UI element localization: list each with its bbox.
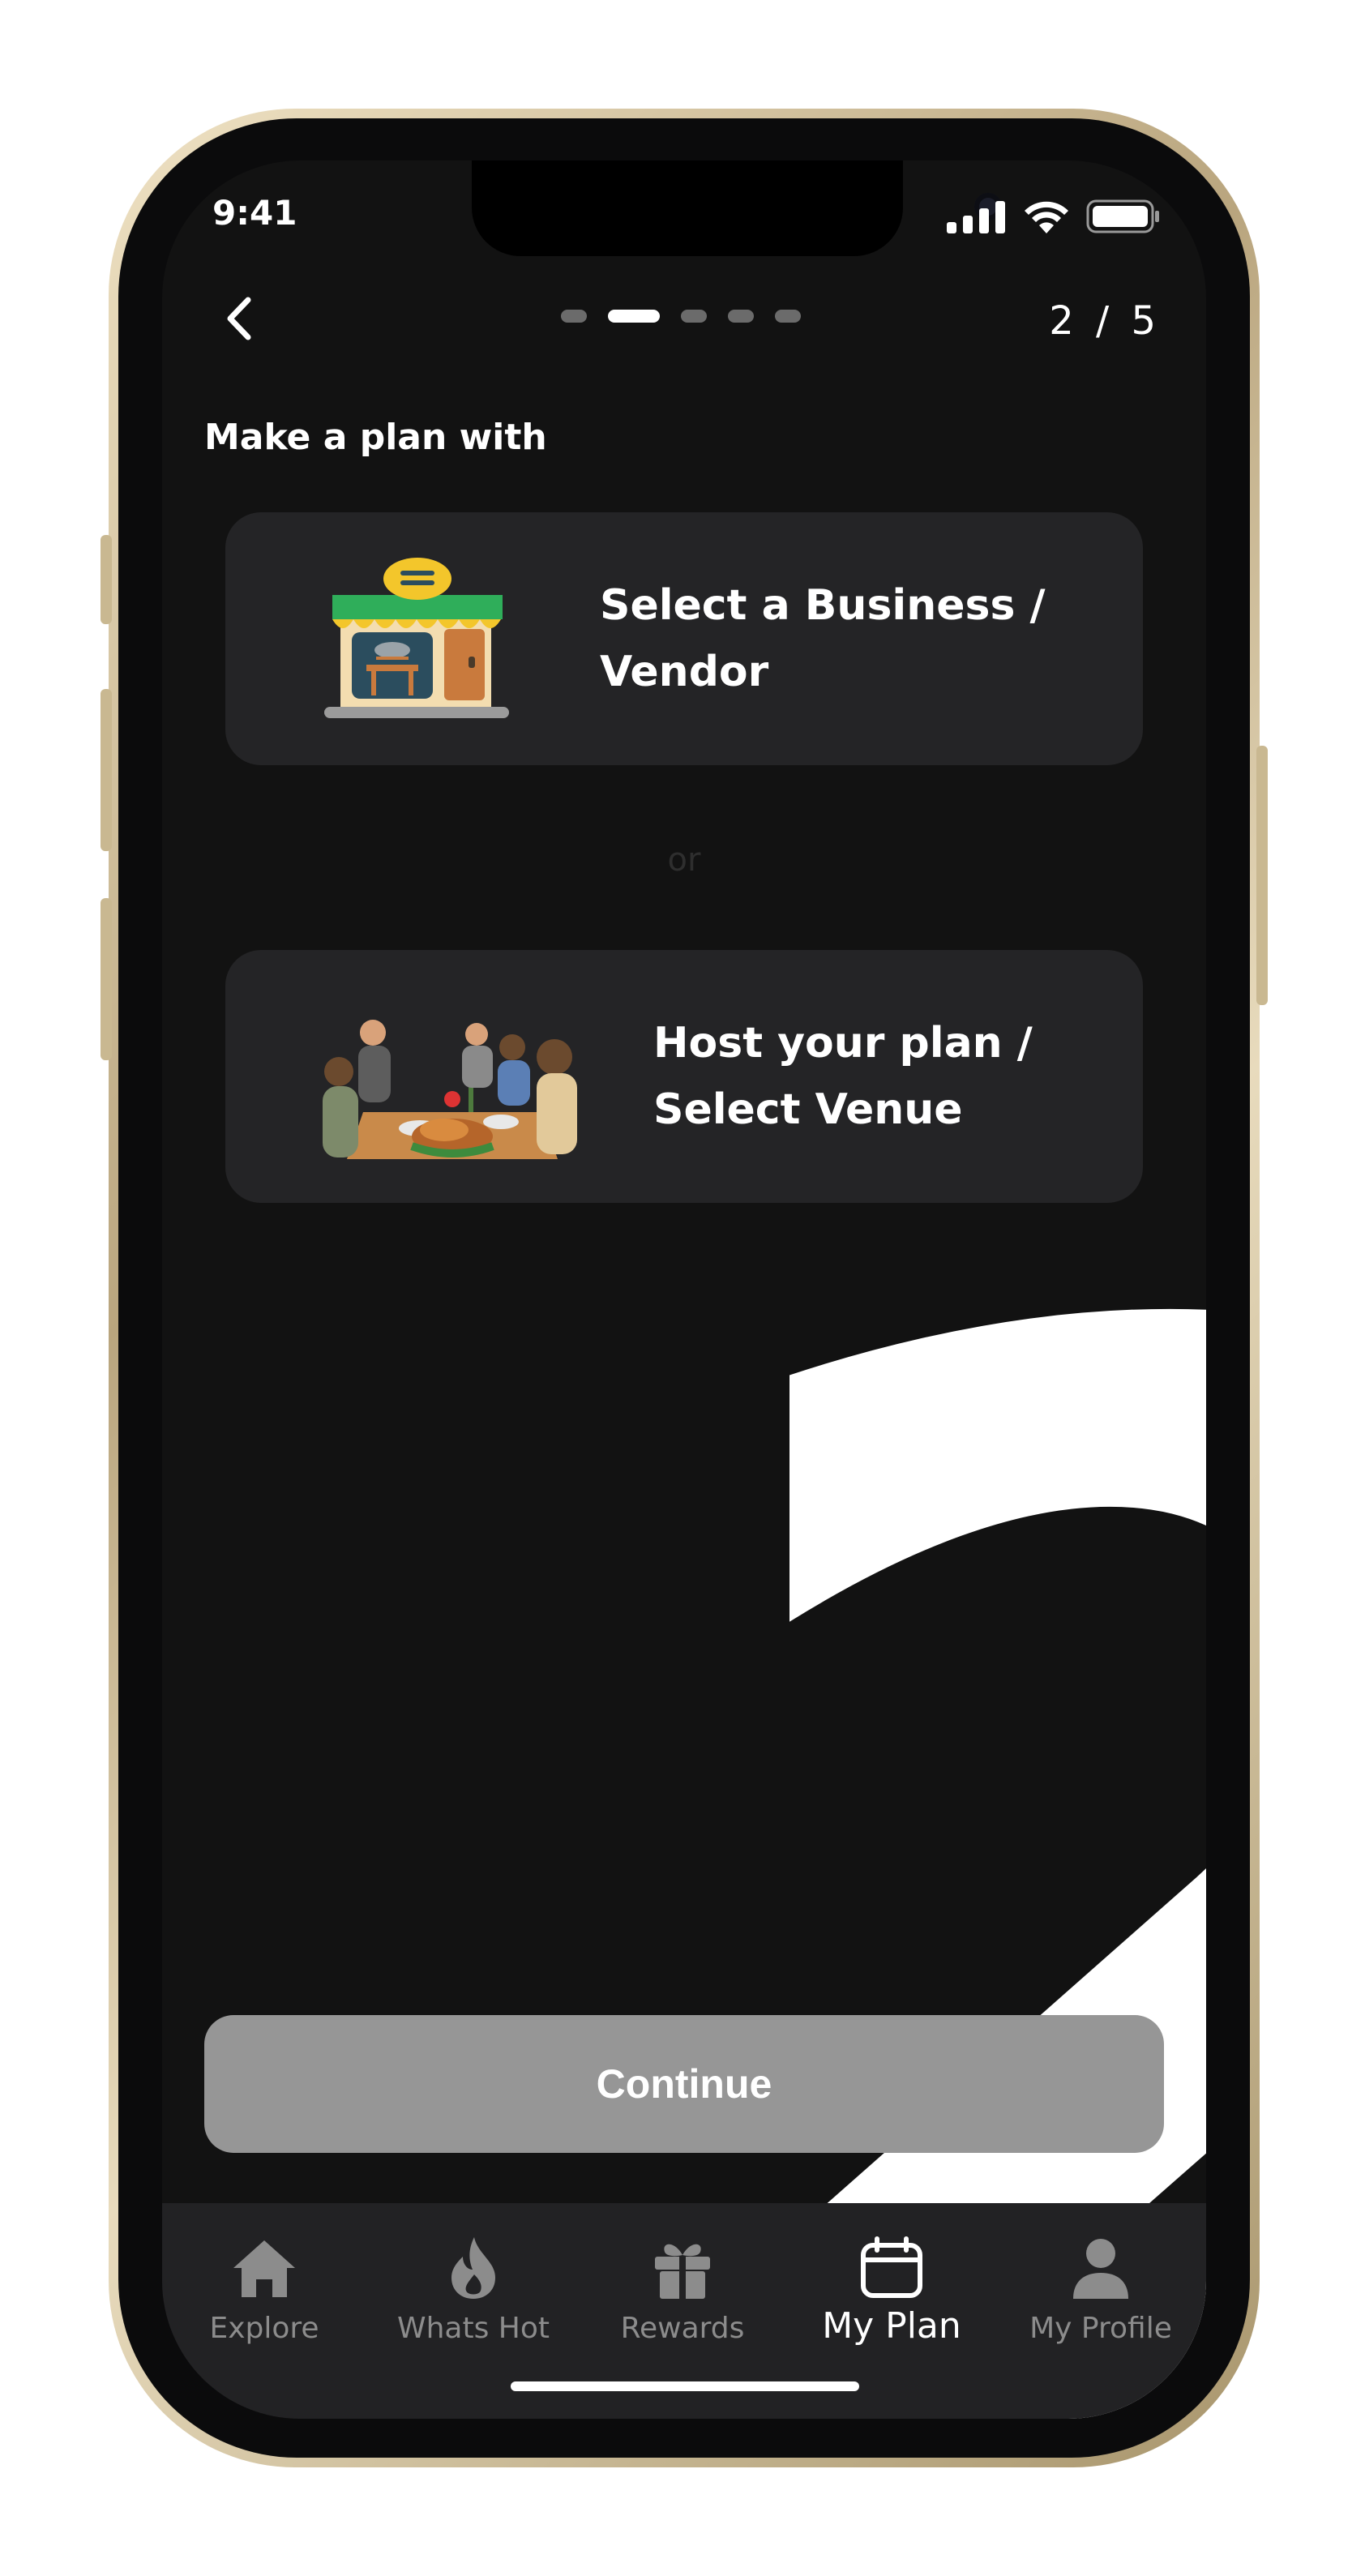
tab-label: Whats Hot	[397, 2312, 550, 2345]
battery-icon	[1086, 199, 1159, 233]
continue-button[interactable]: Continue	[204, 2015, 1164, 2153]
silent-switch	[101, 535, 112, 624]
pager-dot-active	[608, 310, 660, 323]
back-button[interactable]	[216, 290, 264, 347]
calendar-icon	[861, 2236, 922, 2298]
step-pager	[561, 310, 801, 323]
volume-up-button	[101, 689, 112, 851]
tab-label: My Profile	[1029, 2312, 1172, 2345]
tab-label: Rewards	[620, 2312, 745, 2345]
tab-my-plan[interactable]: My Plan	[798, 2236, 985, 2347]
power-button	[1256, 746, 1268, 1005]
tab-whats-hot[interactable]: Whats Hot	[380, 2236, 567, 2345]
flame-icon	[451, 2237, 495, 2299]
option-title: Select a Business / Vendor	[600, 581, 1046, 696]
notch	[472, 160, 1002, 256]
pager-dot	[728, 310, 754, 323]
status-time: 9:41	[212, 193, 297, 233]
dinner-party-illustration	[323, 1020, 577, 1159]
tab-label: Explore	[209, 2312, 319, 2345]
app-screen: 2 9:41 2 / 5 Make a plan with Select a B…	[162, 160, 1206, 2419]
person-icon	[1073, 2239, 1128, 2299]
signal-icon	[947, 201, 1005, 233]
select-business-card[interactable]: Select a Business / Vendor	[225, 512, 1143, 765]
gift-icon	[655, 2244, 710, 2299]
step-count: 2 / 5	[1049, 298, 1161, 344]
or-divider: or	[667, 841, 701, 879]
pager-dot	[775, 310, 801, 323]
restaurant-storefront-illustration	[324, 558, 509, 718]
status-icons	[947, 199, 1161, 233]
home-icon	[233, 2240, 295, 2297]
home-indicator	[511, 2381, 859, 2391]
volume-down-button	[101, 898, 112, 1060]
tab-rewards[interactable]: Rewards	[589, 2236, 776, 2345]
tab-my-profile[interactable]: My Profile	[1008, 2236, 1194, 2345]
section-label: Make a plan with	[204, 417, 547, 458]
chevron-left-icon	[227, 297, 251, 340]
pager-dot	[561, 310, 587, 323]
host-plan-card[interactable]: Host your plan / Select Venue	[225, 950, 1143, 1203]
wifi-icon	[1025, 201, 1068, 233]
tab-explore[interactable]: Explore	[171, 2236, 357, 2345]
pager-dot	[681, 310, 707, 323]
option-title: Host your plan / Select Venue	[653, 1019, 1033, 1134]
tab-label: My Plan	[822, 2305, 961, 2347]
